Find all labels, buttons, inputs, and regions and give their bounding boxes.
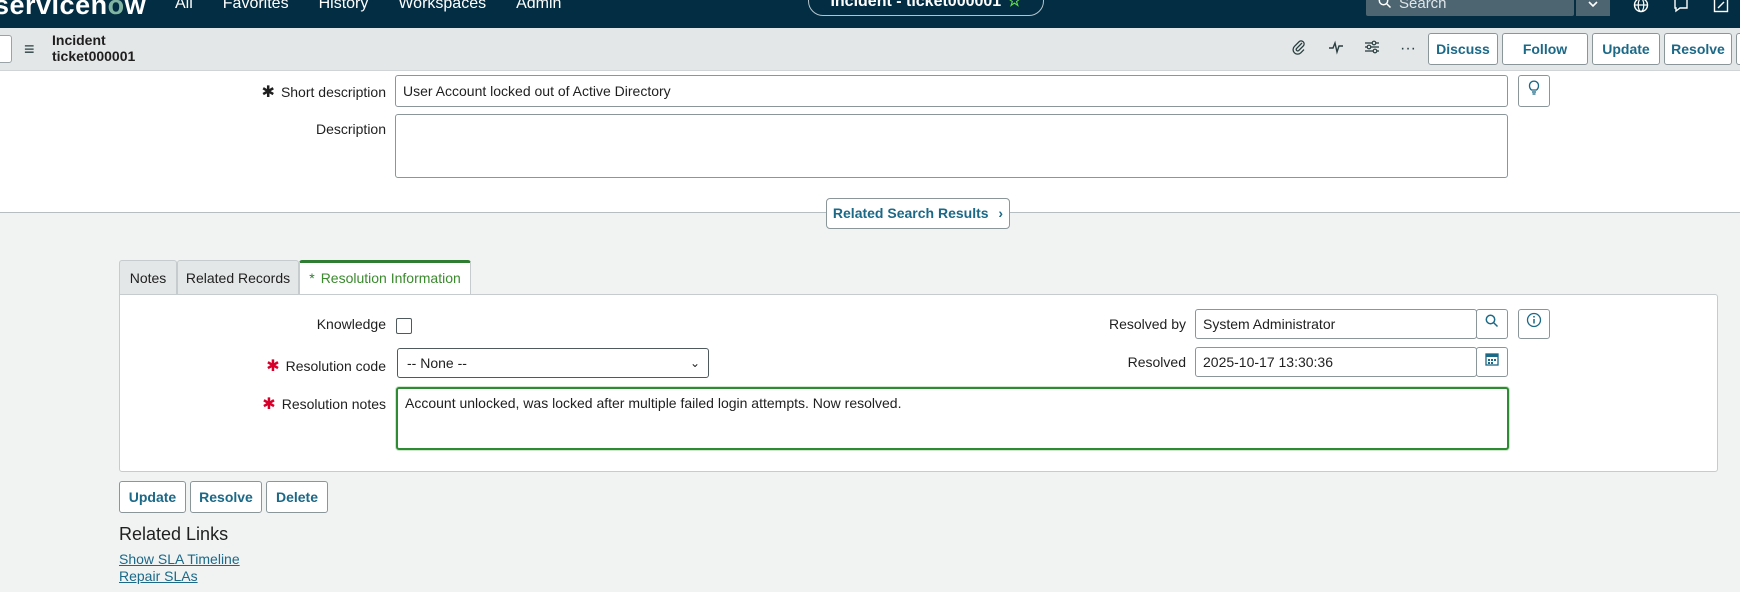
tab-related-records[interactable]: Related Records <box>177 260 299 295</box>
required-asterisk-icon: ✱ <box>262 396 276 413</box>
context-title-pill[interactable]: Incident - ticket000001 ☆ <box>808 0 1044 16</box>
help-icon[interactable] <box>1712 0 1730 14</box>
required-asterisk-icon: ✱ <box>261 84 275 101</box>
globe-icon[interactable] <box>1632 0 1650 14</box>
related-search-results-button[interactable]: Related Search Results › <box>826 198 1010 229</box>
nav-menu: All Favorites History Workspaces Admin <box>175 0 591 13</box>
record-number: ticket000001 <box>52 48 136 64</box>
show-sla-timeline-link[interactable]: Show SLA Timeline <box>119 551 240 567</box>
resolve-button[interactable]: Resolve <box>1664 33 1732 65</box>
resolved-label: Resolved <box>1127 354 1186 370</box>
knowledge-label: Knowledge <box>316 316 386 332</box>
resolution-notes-textarea[interactable]: Account unlocked, was locked after multi… <box>396 387 1509 450</box>
resolved-by-lookup-button[interactable] <box>1476 309 1508 339</box>
activity-icon[interactable] <box>1326 39 1346 59</box>
hamburger-menu-icon[interactable]: ≡ <box>24 39 35 60</box>
bottom-delete-button[interactable]: Delete <box>266 481 328 513</box>
resolution-code-label: ✱ Resolution code <box>266 358 386 375</box>
resolution-code-select[interactable]: -- None -- ⌄ <box>397 348 709 378</box>
resolution-notes-label: ✱ Resolution notes <box>262 396 386 413</box>
more-icon[interactable]: ··· <box>1398 39 1418 59</box>
servicenow-logo[interactable]: servicenow <box>0 0 146 21</box>
follow-button[interactable]: Follow <box>1502 33 1588 65</box>
description-label: Description <box>315 121 386 137</box>
resolved-by-input[interactable]: System Administrator <box>1195 309 1477 339</box>
global-search-input[interactable]: Search <box>1366 0 1574 16</box>
nav-item-workspaces[interactable]: Workspaces <box>398 0 486 13</box>
discuss-button[interactable]: Discuss <box>1428 33 1498 65</box>
knowledge-checkbox[interactable] <box>396 318 412 334</box>
info-icon <box>1526 312 1542 328</box>
search-icon <box>1485 314 1499 328</box>
record-type: Incident <box>52 32 106 48</box>
short-description-input[interactable]: User Account locked out of Active Direct… <box>395 75 1508 107</box>
nav-item-all[interactable]: All <box>175 0 193 13</box>
repair-slas-link[interactable]: Repair SLAs <box>119 568 198 584</box>
chevron-right-icon: › <box>998 205 1004 221</box>
back-button[interactable] <box>0 35 12 63</box>
lightbulb-button[interactable] <box>1518 75 1550 107</box>
nav-item-admin[interactable]: Admin <box>516 0 561 13</box>
bottom-resolve-button[interactable]: Resolve <box>190 481 262 513</box>
lightbulb-icon <box>1528 80 1540 95</box>
nav-item-history[interactable]: History <box>319 0 369 13</box>
related-links-title: Related Links <box>119 524 229 544</box>
record-header: ≡ Incident ticket000001 ··· Discuss Foll… <box>0 28 1740 71</box>
chevron-down-icon <box>1588 1 1598 8</box>
header-overflow-button[interactable] <box>1736 33 1740 65</box>
calendar-button[interactable] <box>1476 347 1508 377</box>
resolved-by-label: Resolved by <box>1108 316 1186 332</box>
nav-item-favorites[interactable]: Favorites <box>223 0 289 13</box>
top-navigation: servicenow All Favorites History Workspa… <box>0 0 1740 28</box>
tab-notes[interactable]: Notes <box>119 260 177 295</box>
favorite-star-icon[interactable]: ☆ <box>1007 0 1021 10</box>
tab-resolution-information[interactable]: * Resolution Information <box>299 260 471 296</box>
search-scope-dropdown[interactable] <box>1576 0 1610 16</box>
resolved-datetime-input[interactable]: 2025-10-17 13:30:36 <box>1195 347 1477 377</box>
settings-sliders-icon[interactable] <box>1362 39 1382 59</box>
bottom-update-button[interactable]: Update <box>119 481 186 513</box>
record-title: Incident ticket000001 <box>52 32 135 64</box>
update-button[interactable]: Update <box>1592 33 1660 65</box>
resolved-by-info-button[interactable] <box>1518 309 1550 339</box>
paperclip-icon[interactable] <box>1289 39 1309 59</box>
short-description-label: ✱ Short description <box>261 84 386 101</box>
search-icon <box>1378 0 1392 9</box>
required-marker-icon: * <box>309 270 315 286</box>
required-asterisk-icon: ✱ <box>266 358 280 375</box>
calendar-icon <box>1485 353 1499 366</box>
chevron-down-icon: ⌄ <box>689 356 700 370</box>
chat-icon[interactable] <box>1672 0 1690 14</box>
description-textarea[interactable] <box>395 114 1508 178</box>
